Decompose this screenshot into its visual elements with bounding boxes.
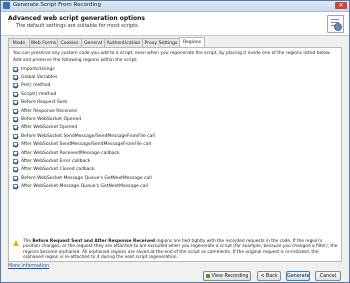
regions-panel: You can preserve any custom code you add…: [8, 47, 342, 262]
region-after-websocket-sendmessage[interactable]: After WebSocket SendMessage/SendMessageF…: [13, 141, 155, 149]
region-before-websocket-getnextmessage[interactable]: Before WebSocket Message Queue's GetNext…: [13, 174, 155, 182]
script-settings-icon: [327, 15, 344, 33]
header-subtitle: The default settings are suitable for mo…: [16, 23, 140, 29]
view-recording-button[interactable]: View Recording: [203, 271, 251, 281]
region-checkbox[interactable]: [13, 108, 18, 114]
recording-icon: [205, 273, 210, 278]
region-checkbox[interactable]: [13, 91, 18, 97]
tab-authentication[interactable]: Authentication: [104, 38, 143, 47]
region-checkbox[interactable]: [13, 83, 18, 89]
region-label: Before WebSocket Opened: [21, 117, 82, 123]
region-pre-method[interactable]: Pre() method: [13, 82, 155, 90]
tab-general[interactable]: General: [81, 38, 105, 47]
region-after-websocket-getnextmessage[interactable]: After WebSocket Message Queue's GetNextM…: [13, 182, 155, 190]
app-icon: [3, 2, 10, 9]
region-global-variables[interactable]: Global Variables: [13, 73, 155, 81]
header-title: Advanced web script generation options: [8, 15, 145, 22]
region-label: Before WebSocket SendMessage/SendMessage…: [21, 133, 155, 139]
generate-script-dialog: Generate Script From Recording ✕ Advance…: [0, 0, 350, 283]
tab-regions[interactable]: Regions: [179, 37, 205, 47]
more-information-link[interactable]: More information: [8, 264, 49, 269]
region-label: After WebSocket SendMessage/SendMessageF…: [21, 142, 152, 148]
regions-intro: You can preserve any custom code you add…: [13, 51, 331, 56]
tab-mode[interactable]: Mode: [8, 38, 30, 47]
tab-web-forms[interactable]: Web Forms: [29, 38, 58, 47]
button-bar: View Recording < Back Generate Cancel: [1, 271, 349, 282]
region-checkbox[interactable]: [13, 167, 18, 173]
region-imports-usings[interactable]: Imports/Usings: [13, 65, 155, 73]
region-label: After Response Received: [21, 108, 77, 114]
region-before-websocket-sendmessage[interactable]: Before WebSocket SendMessage/SendMessage…: [13, 132, 155, 140]
title-bar: Generate Script From Recording ✕: [1, 1, 349, 12]
region-label: Imports/Usings: [21, 66, 55, 72]
region-label: After WebSocket Opened: [21, 125, 78, 131]
region-label: After WebSocket Error callback: [21, 158, 91, 164]
region-label: Script() method: [21, 91, 57, 97]
region-checkbox[interactable]: [13, 142, 18, 148]
region-label: After WebSocket Closed callback: [21, 167, 95, 173]
tab-proxy-settings[interactable]: Proxy Settings: [142, 38, 180, 47]
region-checkbox[interactable]: [13, 150, 18, 156]
region-checkbox[interactable]: [13, 66, 18, 72]
region-after-websocket-opened[interactable]: After WebSocket Opened: [13, 124, 155, 132]
regions-list: Imports/Usings Global Variables Pre() me…: [13, 65, 155, 191]
region-after-websocket-error[interactable]: After WebSocket Error callback: [13, 157, 155, 165]
region-before-websocket-opened[interactable]: Before WebSocket Opened: [13, 115, 155, 123]
regions-instructions: Add and preserve the following regions w…: [13, 58, 138, 63]
region-label: After WebSocket ReceivedMessage callback: [21, 150, 120, 156]
region-label: Before Request Sent: [21, 100, 68, 106]
dialog-header: Advanced web script generation options T…: [1, 12, 349, 36]
region-after-websocket-closed[interactable]: After WebSocket Closed callback: [13, 166, 155, 174]
region-before-request-sent[interactable]: Before Request Sent: [13, 99, 155, 107]
close-button[interactable]: ✕: [335, 2, 347, 9]
region-label: Global Variables: [21, 75, 58, 81]
gear-icon: [334, 23, 342, 31]
tab-cookies[interactable]: Cookies: [57, 38, 82, 47]
region-after-websocket-receivedmessage[interactable]: After WebSocket ReceivedMessage callback: [13, 149, 155, 157]
region-checkbox[interactable]: [13, 100, 18, 106]
region-checkbox[interactable]: [13, 125, 18, 131]
icon-line: [331, 19, 339, 20]
warning-text: The Before Request Sent and After Respon…: [23, 239, 339, 261]
window-title: Generate Script From Recording: [13, 2, 102, 8]
region-checkbox[interactable]: [13, 184, 18, 190]
cancel-button[interactable]: Cancel: [315, 271, 341, 281]
region-label: Before WebSocket Message Queue's GetNext…: [21, 175, 152, 181]
region-checkbox[interactable]: [13, 158, 18, 164]
region-checkbox[interactable]: [13, 133, 18, 139]
warning-icon: [13, 240, 19, 246]
back-button[interactable]: < Back: [257, 271, 281, 281]
region-after-response-received[interactable]: After Response Received: [13, 107, 155, 115]
region-label: Pre() method: [21, 83, 51, 89]
region-checkbox[interactable]: [13, 117, 18, 123]
generate-button[interactable]: Generate: [286, 271, 310, 281]
region-script-method[interactable]: Script() method: [13, 90, 155, 98]
region-checkbox[interactable]: [13, 75, 18, 81]
region-label: After WebSocket Message Queue's GetNextM…: [21, 184, 148, 190]
view-recording-label: View Recording: [211, 274, 249, 279]
region-checkbox[interactable]: [13, 175, 18, 181]
